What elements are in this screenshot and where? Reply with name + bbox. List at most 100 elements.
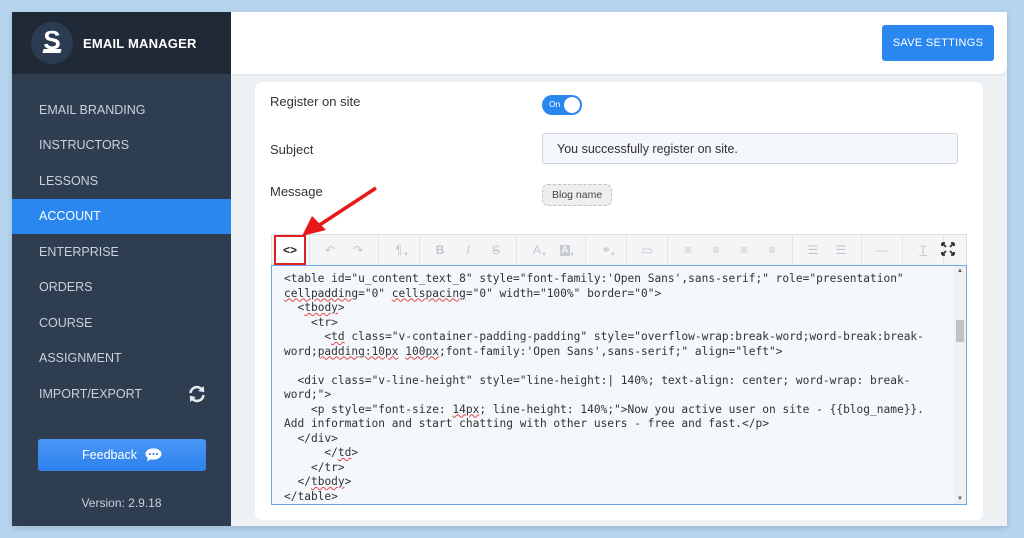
align-right-button[interactable]: ≡ <box>730 237 758 263</box>
italic-button[interactable]: I <box>454 237 482 263</box>
top-header: SAVE SETTINGS <box>231 12 1007 74</box>
numbered-list-icon: ☰ <box>835 243 847 257</box>
logo-band <box>42 49 62 53</box>
version-label: Version: 2.9.18 <box>81 496 162 510</box>
html-source-code: <table id="u_content_text_8" style="font… <box>284 272 924 503</box>
sidebar-item-course[interactable]: COURSE <box>12 305 231 341</box>
sidebar-item-lessons[interactable]: LESSONS <box>12 163 231 199</box>
redo-button[interactable]: ↷ <box>344 237 372 263</box>
toggle-state-label: On <box>549 99 561 109</box>
sidebar-item-label: ACCOUNT <box>39 209 101 224</box>
sidebar-item-label: ORDERS <box>39 280 93 295</box>
toolbar-group-code: <> <box>272 235 310 265</box>
sidebar-item-label: INSTRUCTORS <box>39 138 130 153</box>
bullet-list-icon: ☰ <box>807 243 819 257</box>
toolbar-group-history: ↶ ↷ <box>310 235 379 265</box>
toolbar-group-lists: ☰ ☰ <box>793 235 862 265</box>
align-center-button[interactable]: ≡ <box>702 237 730 263</box>
strikethrough-icon: S <box>491 243 500 257</box>
blog-name-tag-chip[interactable]: Blog name <box>542 184 613 206</box>
subject-input[interactable] <box>542 133 958 164</box>
html-source-textarea[interactable]: <table id="u_content_text_8" style="font… <box>271 265 967 505</box>
sidebar-item-orders[interactable]: ORDERS <box>12 270 231 306</box>
sidebar-item-import-export[interactable]: IMPORT/EXPORT <box>12 376 231 412</box>
source-code-button[interactable]: <> <box>274 235 306 265</box>
toggle-knob <box>564 97 580 113</box>
register-on-site-label: Register on site <box>270 94 361 109</box>
sync-icon[interactable] <box>187 384 207 404</box>
paragraph-button[interactable]: ¶ ▼ <box>385 237 413 263</box>
sidebar-item-label: IMPORT/EXPORT <box>39 386 143 401</box>
dropdown-caret-icon: ▼ <box>569 252 575 258</box>
sidebar-item-instructors[interactable]: INSTRUCTORS <box>12 128 231 164</box>
italic-icon: I <box>466 243 470 257</box>
sidebar-item-label: ASSIGNMENT <box>39 351 122 366</box>
account-email-card: Register on site On Subject Message Blog… <box>255 82 983 520</box>
scroll-up-arrow-icon[interactable]: ▲ <box>957 268 963 274</box>
toolbar-group-image: ▭ <box>627 235 668 265</box>
sidebar-item-label: EMAIL BRANDING <box>39 102 146 117</box>
redo-icon: ↷ <box>352 243 364 257</box>
align-justify-button[interactable]: ≡ <box>758 237 786 263</box>
app-logo: S <box>31 22 73 64</box>
horizontal-rule-button[interactable]: — <box>868 237 896 263</box>
feedback-label: Feedback <box>82 448 137 462</box>
undo-icon: ↶ <box>324 243 336 257</box>
sidebar-item-assignment[interactable]: ASSIGNMENT <box>12 341 231 377</box>
undo-button[interactable]: ↶ <box>316 237 344 263</box>
sidebar-nav: EMAIL BRANDING INSTRUCTORS LESSONS ACCOU… <box>12 92 231 412</box>
save-settings-button[interactable]: SAVE SETTINGS <box>882 25 994 61</box>
horizontal-rule-icon: — <box>876 243 888 257</box>
sidebar-item-email-branding[interactable]: EMAIL BRANDING <box>12 92 231 128</box>
paragraph-icon: ¶ <box>395 243 403 257</box>
align-left-button[interactable]: ≡ <box>674 237 702 263</box>
image-icon: ▭ <box>641 243 653 257</box>
align-right-icon: ≡ <box>740 243 748 257</box>
sidebar: S EMAIL MANAGER EMAIL BRANDING INSTRUCTO… <box>12 12 231 526</box>
bold-icon: B <box>435 243 445 257</box>
bold-button[interactable]: B <box>426 237 454 263</box>
align-center-icon: ≡ <box>712 243 720 257</box>
dropdown-caret-icon: ▼ <box>403 252 409 258</box>
background-color-button[interactable]: A ▼ <box>551 237 579 263</box>
numbered-list-button[interactable]: ☰ <box>827 237 855 263</box>
sidebar-item-label: LESSONS <box>39 173 99 188</box>
register-on-site-toggle[interactable]: On <box>542 95 582 115</box>
align-left-icon: ≡ <box>684 243 692 257</box>
image-button[interactable]: ▭ <box>633 237 661 263</box>
font-color-button[interactable]: A ▼ <box>523 237 551 263</box>
toolbar-group-color: A ▼ A ▼ <box>517 235 586 265</box>
code-icon: <> <box>282 243 297 257</box>
app-window: S EMAIL MANAGER EMAIL BRANDING INSTRUCTO… <box>12 12 1007 526</box>
message-label: Message <box>270 184 323 199</box>
bullet-list-button[interactable]: ☰ <box>799 237 827 263</box>
sidebar-item-label: COURSE <box>39 315 93 330</box>
message-editor: <> ↶ ↷ ¶ ▼ B I S A ▼ A ▼ ⚭ ▼ ▭ ≡ ≡ ≡ ≡ ☰… <box>271 234 967 516</box>
scrollbar-thumb[interactable] <box>956 320 964 342</box>
subject-label: Subject <box>270 142 314 157</box>
toolbar-group-text-style: B I S <box>420 235 517 265</box>
clear-format-button[interactable]: T <box>909 237 937 263</box>
feedback-button[interactable]: Feedback <box>38 439 206 471</box>
strikethrough-button[interactable]: S <box>482 237 510 263</box>
editor-toolbar: <> ↶ ↷ ¶ ▼ B I S A ▼ A ▼ ⚭ ▼ ▭ ≡ ≡ ≡ ≡ ☰… <box>271 234 967 265</box>
font-color-icon: A <box>532 243 541 257</box>
toolbar-group-link: ⚭ ▼ <box>586 235 627 265</box>
app-title: EMAIL MANAGER <box>83 35 197 51</box>
toolbar-group-hr: — <box>862 235 903 265</box>
toolbar-group-clear: T <box>903 235 944 265</box>
dropdown-caret-icon: ▼ <box>541 252 547 258</box>
fullscreen-icon[interactable] <box>940 241 956 257</box>
clear-format-icon: T <box>919 243 927 257</box>
scroll-down-arrow-icon[interactable]: ▼ <box>957 496 963 502</box>
code-scrollbar[interactable]: ▲ ▼ <box>954 266 966 504</box>
sidebar-item-enterprise[interactable]: ENTERPRISE <box>12 234 231 270</box>
sidebar-item-account[interactable]: ACCOUNT <box>12 198 231 234</box>
align-justify-icon: ≡ <box>768 243 776 257</box>
dropdown-caret-icon: ▼ <box>610 252 616 258</box>
tag-chip-label: Blog name <box>552 189 603 201</box>
toolbar-group-paragraph: ¶ ▼ <box>379 235 420 265</box>
toolbar-group-align: ≡ ≡ ≡ ≡ <box>668 235 793 265</box>
link-button[interactable]: ⚭ ▼ <box>592 237 620 263</box>
sidebar-item-label: ENTERPRISE <box>39 244 119 259</box>
